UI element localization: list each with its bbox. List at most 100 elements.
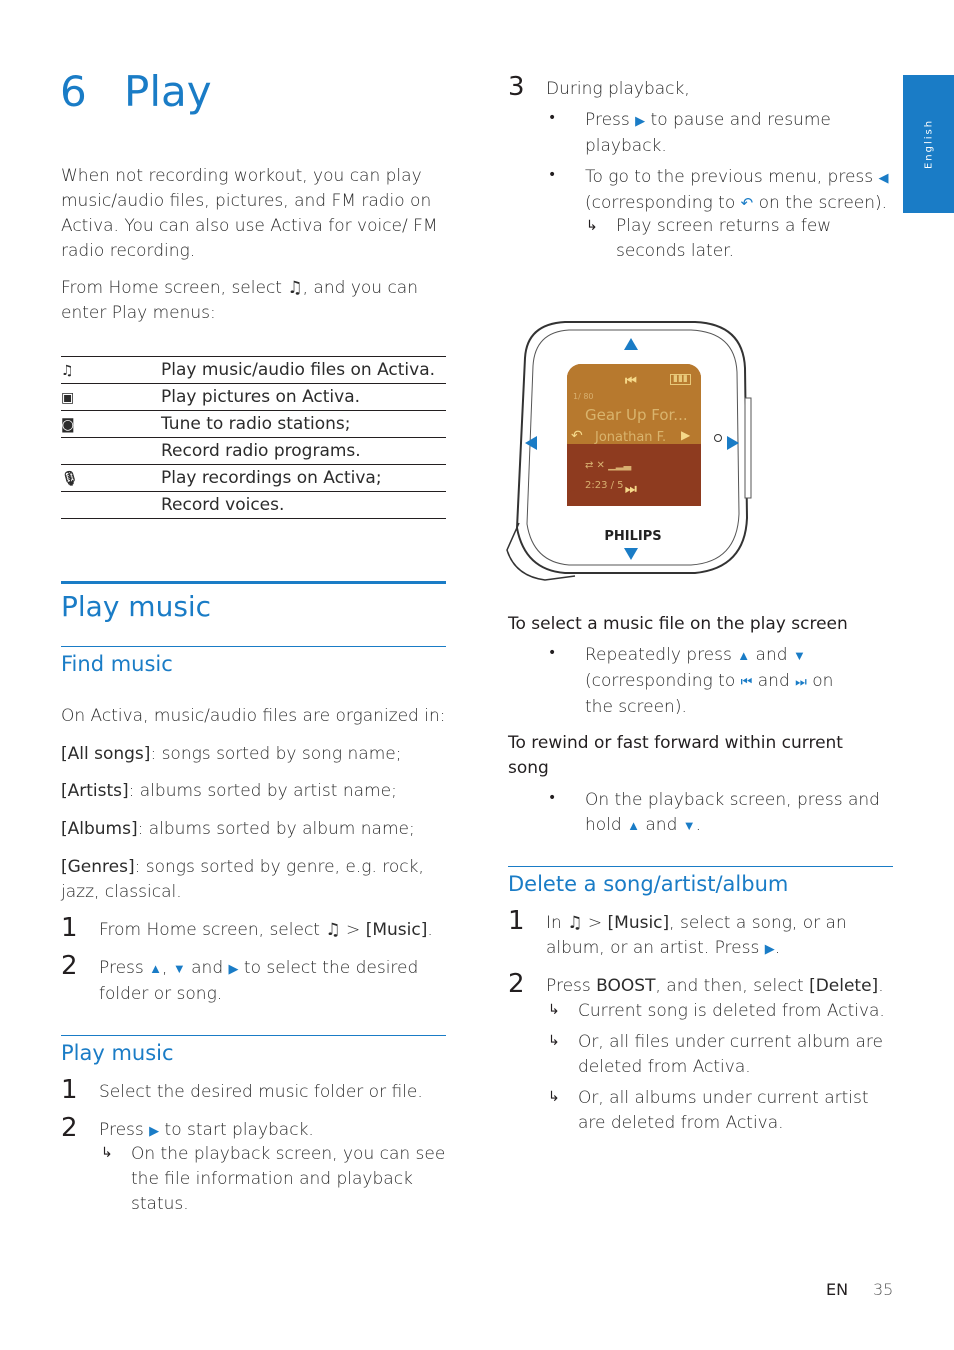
text: Press bbox=[99, 958, 150, 978]
text: on the screen). bbox=[753, 193, 888, 213]
category-item: [All songs]: songs sorted by song name; bbox=[61, 742, 446, 767]
step-number: 1 bbox=[61, 1075, 78, 1105]
subsection-heading-find-music: Find music bbox=[61, 652, 173, 676]
text: Press bbox=[585, 110, 636, 130]
menu-icon-cell: ♫ bbox=[61, 356, 161, 384]
step-3-text: During playback, bbox=[546, 79, 690, 99]
delete-result: Or, all albums under current artist are … bbox=[578, 1088, 869, 1133]
category-item: [Albums]: albums sorted by album name; bbox=[61, 817, 446, 842]
category-label: [Artists] bbox=[61, 781, 129, 801]
elapsed-time: 2:23 / 5 bbox=[585, 480, 624, 491]
menu-description: Play recordings on Activa; bbox=[161, 464, 446, 492]
find-music-intro: On Activa, music/audio files are organiz… bbox=[61, 706, 446, 726]
previous-track-icon: ⏮ bbox=[625, 374, 637, 389]
menu-icon-cell bbox=[61, 437, 161, 465]
text: . bbox=[878, 976, 884, 996]
text: Repeatedly press bbox=[585, 645, 738, 665]
text: , bbox=[162, 958, 173, 978]
artist-name: Jonathan F. bbox=[595, 430, 667, 445]
play-menu-table: ♫ Play music/audio files on Activa. ▣ Play … bbox=[61, 356, 446, 519]
subsection-heading-play-music: Play music bbox=[61, 1041, 174, 1065]
category-description: : albums sorted by artist name; bbox=[128, 781, 397, 801]
subsection-rule bbox=[61, 646, 446, 647]
section-heading-play-music: Play music bbox=[61, 590, 212, 623]
text: > bbox=[340, 920, 366, 940]
radio-icon: ◙ bbox=[61, 417, 75, 433]
music-note-icon: ♫ bbox=[61, 363, 74, 379]
result-arrow-icon: ↳ bbox=[101, 1145, 113, 1161]
left-triangle-icon: ◀ bbox=[878, 171, 889, 186]
step-number: 2 bbox=[61, 951, 78, 981]
previous-track-icon: ⏮ bbox=[740, 675, 753, 690]
text: to start playback. bbox=[159, 1120, 314, 1140]
text: and bbox=[639, 815, 683, 835]
text: From Home screen, select bbox=[99, 920, 326, 940]
text: and bbox=[750, 645, 793, 665]
delete-result: Or, all files under current album are de… bbox=[578, 1032, 883, 1077]
menu-icon-cell bbox=[61, 491, 161, 519]
step-number: 3 bbox=[508, 72, 525, 102]
device-illustration: PHILIPS ⏮ ▮▮▮ 1/ 80 Gear Up For... ↶ Jon… bbox=[505, 318, 755, 583]
text: . bbox=[695, 815, 702, 835]
delete-label: [Delete] bbox=[809, 976, 879, 996]
menu-table-row: 🎙︎ Play recordings on Activa; bbox=[61, 464, 446, 492]
text: (corresponding to bbox=[585, 193, 741, 213]
menu-icon-cell: 🎙︎ bbox=[61, 464, 161, 492]
bullet: • bbox=[548, 110, 557, 126]
up-triangle-icon: ▲ bbox=[737, 649, 751, 664]
footer-language: EN bbox=[826, 1280, 849, 1299]
text: In bbox=[546, 913, 568, 933]
play-step-1: Select the desired music folder or file. bbox=[99, 1082, 423, 1102]
menu-icon-cell: ◙ bbox=[61, 410, 161, 438]
step-3-bullet-2: To go to the previous menu, press ◀ (cor… bbox=[585, 165, 895, 216]
text: To go to the previous menu, press bbox=[585, 167, 879, 187]
step-number: 2 bbox=[508, 969, 525, 999]
delete-step-2: Press BOOST, and then, select [Delete]. bbox=[546, 974, 896, 999]
rewind-heading: To rewind or fast forward within current… bbox=[508, 733, 843, 778]
text: (corresponding to bbox=[585, 671, 741, 691]
step-3-result: Play screen returns a few seconds later. bbox=[616, 216, 832, 261]
menu-table-row: Record voices. bbox=[61, 491, 446, 519]
text: and bbox=[752, 671, 796, 691]
play-icon: ▶ bbox=[681, 428, 691, 442]
bullet: • bbox=[548, 790, 557, 806]
language-tab: English bbox=[903, 75, 954, 213]
subsection-rule bbox=[61, 1035, 446, 1036]
right-triangle-icon: ▶ bbox=[228, 962, 239, 977]
chapter-title: Play bbox=[124, 67, 212, 116]
back-icon: ↶ bbox=[740, 194, 754, 212]
section-rule bbox=[61, 581, 446, 584]
play-step-2: Press ▶ to start playback. bbox=[99, 1118, 314, 1144]
subsection-heading-delete: Delete a song/artist/album bbox=[508, 872, 789, 896]
next-track-icon: ⏭ bbox=[795, 675, 807, 690]
chapter-number: 6 bbox=[60, 67, 87, 116]
menu-table-row: Record radio programs. bbox=[61, 437, 446, 465]
right-triangle-icon: ▶ bbox=[764, 942, 775, 957]
next-track-icon: ⏭ bbox=[625, 482, 637, 497]
song-title: Gear Up For... bbox=[585, 406, 688, 424]
bullet: • bbox=[548, 645, 557, 661]
find-step-1: From Home screen, select ♫ > [Music]. bbox=[99, 918, 449, 943]
up-triangle-icon: ▲ bbox=[627, 819, 640, 834]
menu-table-row: ▣ Play pictures on Activa. bbox=[61, 383, 446, 411]
music-menu-label: [Music] bbox=[607, 913, 670, 933]
brand-logo: PHILIPS bbox=[604, 529, 661, 544]
text: Press bbox=[546, 976, 597, 996]
right-triangle-icon: ▶ bbox=[149, 1124, 160, 1139]
menu-description: Play pictures on Activa. bbox=[161, 383, 446, 411]
page-number: 35 bbox=[873, 1280, 894, 1299]
microphone-icon: 🎙︎ bbox=[61, 471, 79, 487]
text: > bbox=[582, 913, 608, 933]
subsection-rule bbox=[508, 866, 893, 867]
up-triangle-icon: ▲ bbox=[149, 962, 163, 977]
right-triangle-icon: ▶ bbox=[635, 114, 646, 129]
down-triangle-icon: ▼ bbox=[792, 649, 806, 664]
device-outline: PHILIPS bbox=[506, 321, 752, 581]
text: . bbox=[427, 920, 433, 940]
category-label: [All songs] bbox=[61, 744, 151, 764]
music-menu-label: [Music] bbox=[365, 920, 428, 940]
step-number: 1 bbox=[508, 906, 525, 936]
repeat-shuffle-icons: ⇄ ✕ ▁▂▃ bbox=[585, 460, 632, 471]
down-triangle-icon: ▼ bbox=[682, 819, 696, 834]
select-file-instruction: Repeatedly press ▲ and ▼ (corresponding … bbox=[585, 643, 845, 720]
